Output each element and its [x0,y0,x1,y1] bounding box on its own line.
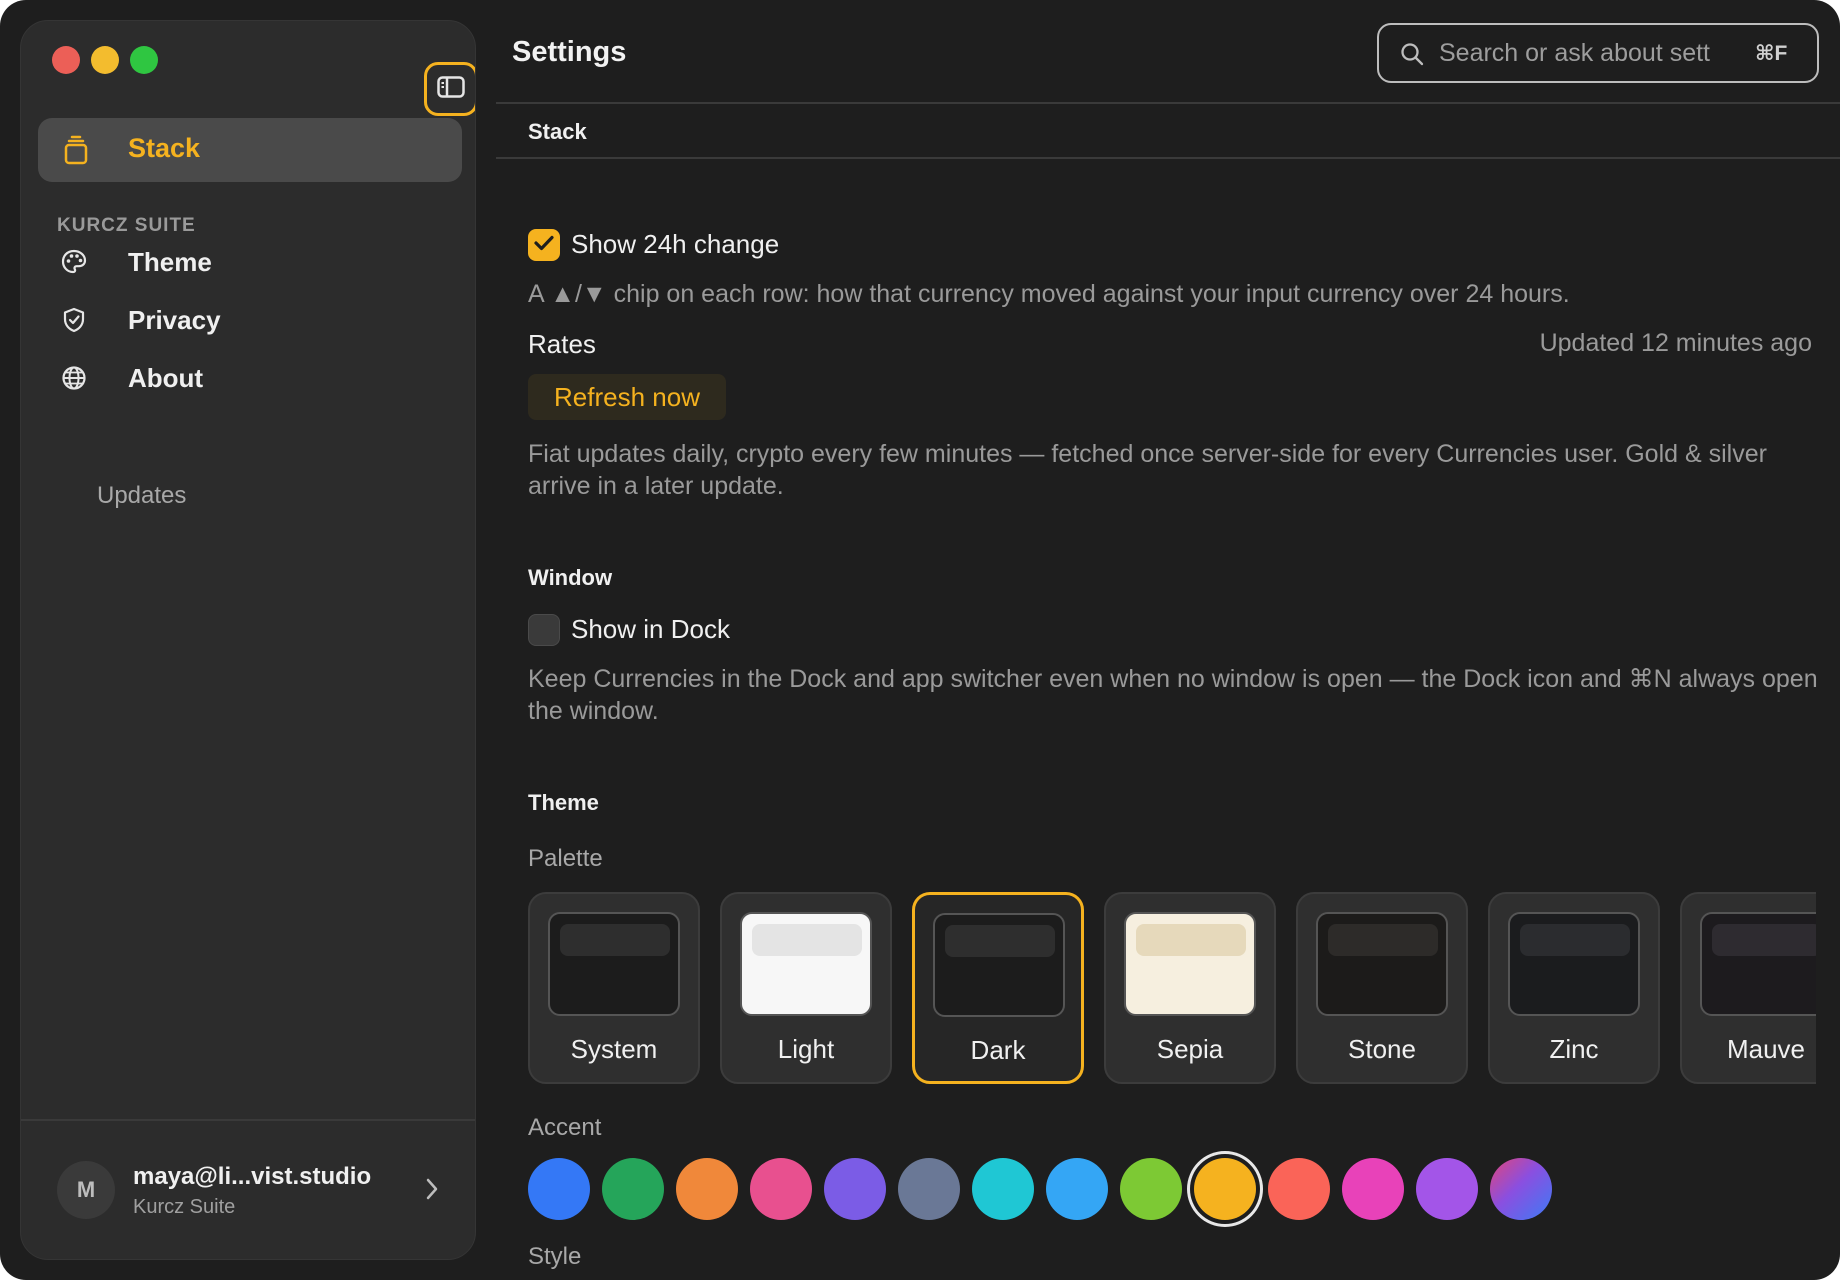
palette-preview [1124,912,1256,1016]
palette-preview [933,913,1065,1017]
page-title: Settings [512,36,627,68]
show-in-dock-label[interactable]: Show in Dock [571,614,730,645]
accent-swatch[interactable] [1416,1158,1478,1220]
search-placeholder: Search or ask about sett [1439,39,1710,67]
show-in-dock-description: Keep Currencies in the Dock and app swit… [528,665,1818,725]
palette-option-light[interactable]: Light [720,892,892,1084]
accent-swatch[interactable] [972,1158,1034,1220]
palette-label: Palette [528,845,603,872]
accent-swatch[interactable] [1194,1158,1256,1220]
palette-preview [1316,912,1448,1016]
shield-icon [60,306,88,339]
sidebar-item-privacy[interactable]: Privacy [38,292,462,348]
sidebar-item-label: Theme [128,247,212,277]
palette-name: Dark [970,1035,1026,1065]
sidebar: Stack KURCZ SUITE Theme Privacy About Up… [20,20,476,1260]
section-heading-stack: Stack [528,119,587,144]
avatar: M [57,1161,115,1219]
palette-preview [1700,912,1816,1016]
palette-name: Light [777,1034,835,1064]
palette-option-sepia[interactable]: Sepia [1104,892,1276,1084]
palette-preview-bar [560,924,670,956]
zoom-window-button[interactable] [130,46,158,74]
account-organization: Kurcz Suite [133,1196,236,1218]
palette-picker: System Light Dark Sepia Stone Zinc Mauve [528,892,1816,1086]
show-24h-change-label[interactable]: Show 24h change [571,229,779,260]
search-icon [1399,41,1425,72]
sidebar-item-stack[interactable]: Stack [38,118,462,182]
accent-swatch[interactable] [750,1158,812,1220]
rates-description: Fiat updates daily, crypto every few min… [528,440,1767,500]
header-divider [496,102,1840,104]
accent-swatch[interactable] [1120,1158,1182,1220]
palette-option-stone[interactable]: Stone [1296,892,1468,1084]
sidebar-item-about[interactable]: About [38,350,462,406]
section-heading-window: Window [528,565,613,590]
palette-preview [1508,912,1640,1016]
accent-label: Accent [528,1114,602,1141]
rates-updated-status: Updated 12 minutes ago [1539,329,1812,357]
accent-swatch[interactable] [602,1158,664,1220]
accent-swatch[interactable] [1342,1158,1404,1220]
close-window-button[interactable] [52,46,80,74]
refresh-now-button[interactable]: Refresh now [528,374,726,420]
sidebar-item-label: Privacy [128,305,221,335]
palette-name: Mauve [1726,1034,1806,1064]
minimize-window-button[interactable] [91,46,119,74]
globe-icon [60,364,88,397]
rates-label: Rates [528,329,596,359]
accent-swatch[interactable] [676,1158,738,1220]
show-24h-change-checkbox[interactable] [528,229,560,261]
palette-preview-bar [1328,924,1438,956]
palette-preview-bar [945,925,1055,957]
palette-option-zinc[interactable]: Zinc [1488,892,1660,1084]
chevron-right-icon [424,1176,440,1207]
account-row[interactable]: M maya@li...vist.studio Kurcz Suite [21,1121,475,1259]
sidebar-item-label: Stack [128,133,201,163]
accent-swatch[interactable] [898,1158,960,1220]
style-label: Style [528,1243,582,1270]
palette-preview [548,912,680,1016]
palette-option-system[interactable]: System [528,892,700,1084]
stack-icon [63,135,89,170]
palette-name: Sepia [1156,1034,1224,1064]
sidebar-toggle-button[interactable] [424,62,475,116]
section-heading-theme: Theme [528,790,599,815]
sidebar-item-label: About [128,363,204,393]
show-in-dock-checkbox[interactable] [528,614,560,646]
search-input[interactable]: Search or ask about sett ⌘F [1377,23,1819,83]
accent-swatch[interactable] [1268,1158,1330,1220]
settings-window: Stack KURCZ SUITE Theme Privacy About Up… [0,0,1840,1280]
checkmark-icon [533,234,555,257]
sidebar-item-updates[interactable]: Updates [97,482,186,510]
palette-option-mauve[interactable]: Mauve [1680,892,1816,1084]
accent-swatch[interactable] [1490,1158,1552,1220]
palette-preview-bar [1520,924,1630,956]
palette-preview [740,912,872,1016]
accent-swatch[interactable] [1046,1158,1108,1220]
palette-name: System [570,1034,658,1064]
subheader-divider [496,157,1840,159]
sidebar-item-theme[interactable]: Theme [38,234,462,290]
palette-icon [60,248,88,281]
accent-swatch[interactable] [528,1158,590,1220]
account-email: maya@li...vist.studio [133,1163,372,1190]
search-shortcut: ⌘F [1755,42,1788,65]
palette-preview-bar [752,924,862,956]
palette-option-dark[interactable]: Dark [912,892,1084,1084]
palette-preview-bar [1712,924,1816,956]
main-content: Settings Search or ask about sett ⌘F Sta… [476,0,1840,1280]
sidebar-toggle-icon [437,75,465,103]
accent-swatch[interactable] [824,1158,886,1220]
show-24h-change-description: A ▲/▼ chip on each row: how that currenc… [528,280,1570,308]
palette-preview-bar [1136,924,1246,956]
palette-name: Stone [1348,1034,1416,1064]
palette-name: Zinc [1549,1034,1599,1064]
